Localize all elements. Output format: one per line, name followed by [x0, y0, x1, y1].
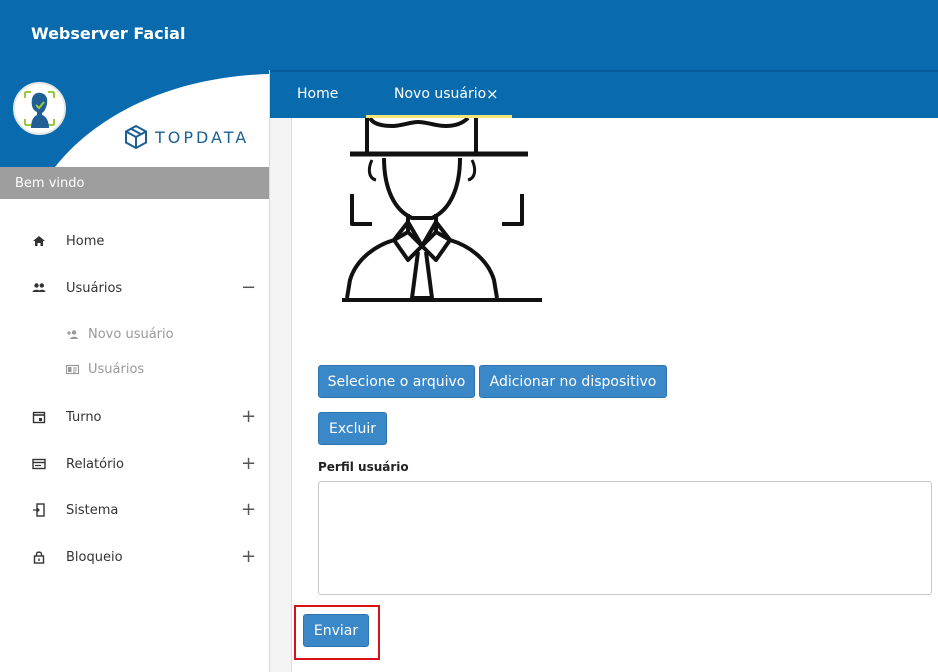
- tab-bar: Home Novo usuário ×: [270, 70, 938, 118]
- sidebar-item-label: Relatório: [66, 457, 124, 472]
- tab-novo-usuario[interactable]: Novo usuário ×: [366, 72, 512, 118]
- sidebar-item-label: Bloqueio: [66, 550, 123, 565]
- sidebar-item-label: Home: [66, 234, 105, 249]
- topdata-logo: TOPDATA: [123, 124, 249, 150]
- sidebar-item-relatorio[interactable]: Relatório +: [0, 450, 269, 480]
- sidebar-item-turno[interactable]: Turno +: [0, 403, 269, 433]
- welcome-bar: Bem vindo: [0, 167, 269, 199]
- tab-home[interactable]: Home: [270, 72, 360, 118]
- sidebar-item-home[interactable]: Home: [0, 227, 269, 257]
- delete-button[interactable]: Excluir: [318, 412, 387, 445]
- avatar[interactable]: [13, 82, 66, 135]
- id-card-icon: [66, 364, 79, 375]
- profile-label: Perfil usuário: [318, 460, 409, 474]
- system-icon: [33, 503, 45, 517]
- cube-logo-icon: [125, 124, 147, 150]
- sidebar-item-label: Turno: [66, 410, 102, 425]
- expand-icon[interactable]: +: [241, 499, 256, 520]
- brand-name: TOPDATA: [155, 127, 250, 147]
- main-content: Selecione o arquivo Adicionar no disposi…: [291, 118, 938, 672]
- expand-icon[interactable]: +: [241, 406, 256, 427]
- calendar-icon: [32, 411, 46, 424]
- add-to-device-button[interactable]: Adicionar no dispositivo: [479, 365, 667, 398]
- sidebar-subitem-label: Usuários: [88, 362, 145, 377]
- users-icon: [32, 283, 46, 292]
- collapse-icon[interactable]: −: [241, 277, 256, 298]
- close-tab-icon[interactable]: ×: [486, 85, 499, 103]
- sidebar-item-sistema[interactable]: Sistema +: [0, 496, 269, 526]
- lock-icon: [33, 551, 45, 564]
- sidebar-item-bloqueio[interactable]: Bloqueio +: [0, 543, 269, 573]
- select-file-button[interactable]: Selecione o arquivo: [318, 365, 475, 398]
- profile-textarea[interactable]: [318, 481, 932, 595]
- tab-label: Novo usuário: [394, 86, 487, 102]
- sidebar: TOPDATA Bem vindo Home Usuários − Novo u…: [0, 70, 270, 672]
- home-icon: [33, 236, 45, 246]
- app-title: Webserver Facial: [31, 24, 186, 43]
- sidebar-item-label: Usuários: [66, 281, 123, 296]
- welcome-text: Bem vindo: [15, 176, 85, 191]
- expand-icon[interactable]: +: [241, 546, 256, 567]
- sidebar-header: TOPDATA Bem vindo: [0, 70, 269, 200]
- tab-label: Home: [297, 86, 339, 102]
- sidebar-subitem-label: Novo usuário: [88, 327, 174, 342]
- sidebar-subitem-novo-usuario[interactable]: Novo usuário: [0, 323, 269, 347]
- sidebar-subitem-usuarios[interactable]: Usuários: [0, 358, 269, 382]
- report-icon: [32, 458, 46, 470]
- add-user-icon: [67, 330, 78, 339]
- user-photo: [342, 118, 542, 302]
- sidebar-item-usuarios[interactable]: Usuários −: [0, 274, 269, 304]
- face-scan-icon: [24, 91, 55, 128]
- submit-button[interactable]: Enviar: [303, 614, 369, 647]
- top-header: Webserver Facial: [0, 0, 938, 70]
- sidebar-item-label: Sistema: [66, 503, 119, 518]
- expand-icon[interactable]: +: [241, 453, 256, 474]
